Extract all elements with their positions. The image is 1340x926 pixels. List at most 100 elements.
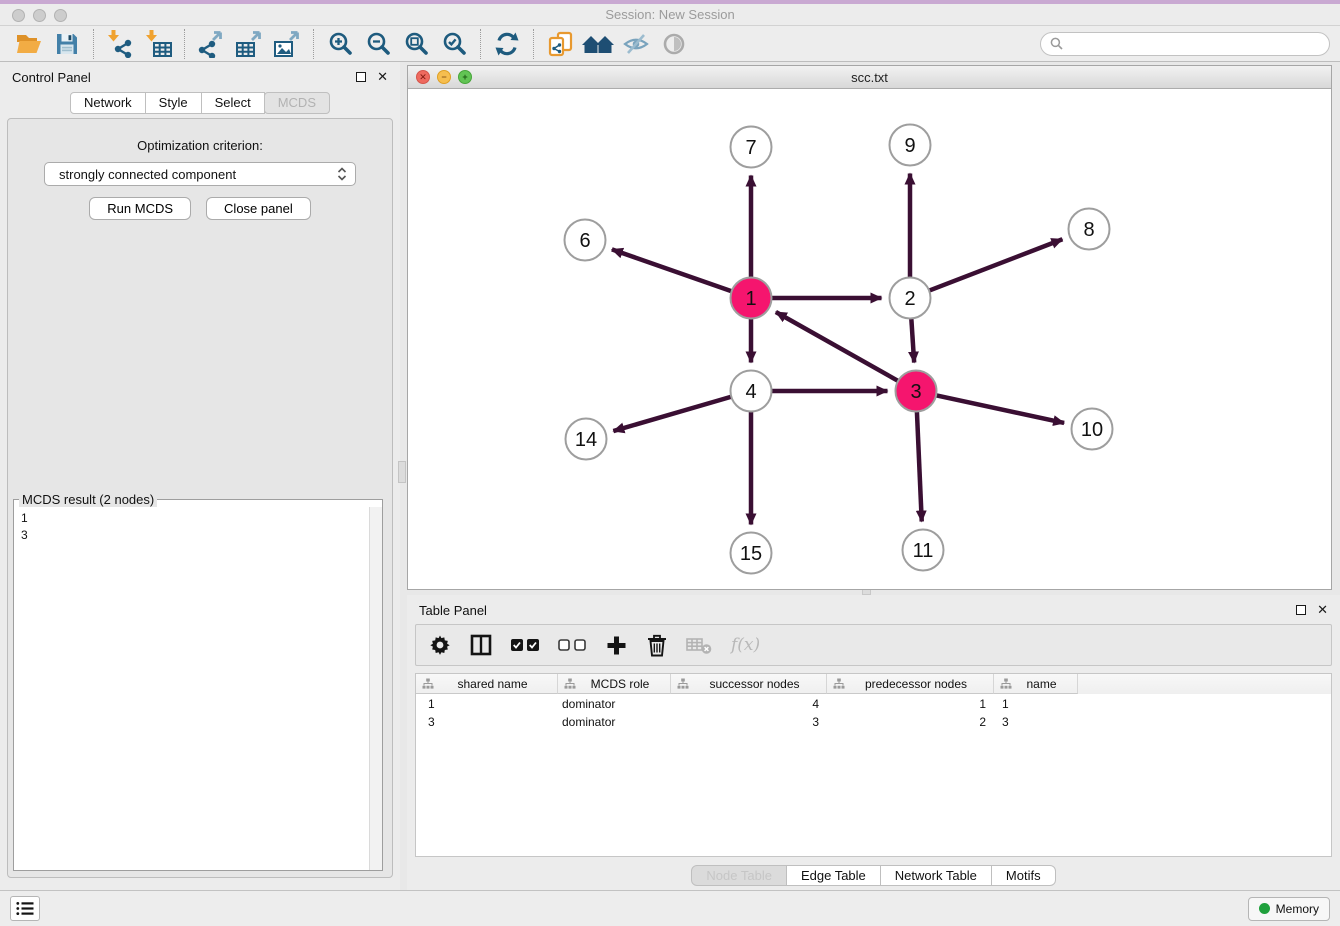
export-network-icon[interactable] bbox=[192, 28, 230, 60]
toolbar-separator bbox=[480, 29, 481, 59]
zoom-out-icon[interactable] bbox=[359, 28, 397, 60]
search-box[interactable] bbox=[1040, 32, 1330, 56]
graph-node-9[interactable]: 9 bbox=[890, 125, 931, 166]
graph-edge-3-1[interactable] bbox=[776, 312, 901, 382]
maximize-window-icon[interactable] bbox=[54, 9, 67, 22]
table-cell: 1 bbox=[416, 697, 558, 711]
tab-node-table[interactable]: Node Table bbox=[691, 865, 787, 886]
float-panel-icon[interactable] bbox=[356, 72, 366, 82]
status-bar: Memory bbox=[0, 890, 1340, 926]
tab-style[interactable]: Style bbox=[145, 92, 202, 114]
graph-node-4[interactable]: 4 bbox=[731, 371, 772, 412]
clone-network-icon[interactable] bbox=[541, 28, 579, 60]
svg-text:8: 8 bbox=[1083, 219, 1094, 241]
criterion-select[interactable]: strongly connected component bbox=[44, 162, 356, 186]
tab-network[interactable]: Network bbox=[70, 92, 146, 114]
function-builder-icon[interactable]: f(x) bbox=[731, 635, 760, 655]
network-canvas[interactable]: 7 9 6 8 1 2 4 3 14 10 15 11 bbox=[408, 89, 1331, 589]
close-panel-icon[interactable]: ✕ bbox=[377, 72, 388, 82]
graph-node-2[interactable]: 2 bbox=[890, 278, 931, 319]
close-panel-button[interactable]: Close panel bbox=[206, 197, 311, 220]
memory-button[interactable]: Memory bbox=[1248, 897, 1330, 921]
tab-mcds[interactable]: MCDS bbox=[264, 92, 330, 114]
graph-edge-3-10[interactable] bbox=[933, 395, 1064, 423]
column-visibility-icon[interactable] bbox=[470, 634, 492, 656]
close-view-icon[interactable]: ✕ bbox=[416, 70, 430, 84]
open-file-icon[interactable] bbox=[10, 28, 48, 60]
delete-column-icon[interactable] bbox=[647, 634, 667, 657]
sort-hierarchy-icon bbox=[833, 678, 845, 689]
column-header-shared-name[interactable]: shared name bbox=[416, 674, 558, 694]
run-mcds-button[interactable]: Run MCDS bbox=[89, 197, 191, 220]
refresh-icon[interactable] bbox=[488, 28, 526, 60]
table-panel: Table Panel ✕ f(x) shared nameMCDS rol bbox=[407, 595, 1340, 890]
svg-text:7: 7 bbox=[745, 137, 756, 159]
table-cell: 2 bbox=[827, 715, 994, 729]
select-all-icon[interactable] bbox=[511, 639, 539, 651]
svg-text:10: 10 bbox=[1081, 419, 1103, 441]
close-window-icon[interactable] bbox=[12, 9, 25, 22]
tab-edge-table[interactable]: Edge Table bbox=[786, 865, 881, 886]
hide-graphics-details-icon[interactable] bbox=[617, 28, 655, 60]
graph-node-7[interactable]: 7 bbox=[731, 127, 772, 168]
graph-edge-2-3[interactable] bbox=[911, 315, 914, 362]
home-view-icon[interactable] bbox=[579, 28, 617, 60]
table-cell: 1 bbox=[994, 697, 1078, 711]
table-cell: 4 bbox=[671, 697, 827, 711]
graph-edge-1-6[interactable] bbox=[612, 249, 735, 292]
node-table-body: 1dominator4113dominator323 bbox=[416, 696, 1331, 730]
import-network-icon[interactable] bbox=[101, 28, 139, 60]
column-header-MCDS-role[interactable]: MCDS role bbox=[558, 674, 671, 694]
mcds-result-title: MCDS result (2 nodes) bbox=[19, 492, 157, 507]
column-header-predecessor-nodes[interactable]: predecessor nodes bbox=[827, 674, 994, 694]
node-table[interactable]: shared nameMCDS rolesuccessor nodesprede… bbox=[415, 673, 1332, 857]
window-titlebar: Session: New Session bbox=[0, 0, 1340, 26]
splitter-grip-vertical[interactable] bbox=[398, 461, 406, 483]
toolbar-separator bbox=[93, 29, 94, 59]
export-image-icon[interactable] bbox=[268, 28, 306, 60]
table-row[interactable]: 1dominator411 bbox=[416, 696, 1331, 712]
graph-node-10[interactable]: 10 bbox=[1072, 409, 1113, 450]
delete-table-icon[interactable] bbox=[686, 635, 712, 655]
graph-node-15[interactable]: 15 bbox=[731, 533, 772, 574]
zoom-selected-icon[interactable] bbox=[435, 28, 473, 60]
graph-node-3[interactable]: 3 bbox=[896, 371, 937, 412]
graph-node-14[interactable]: 14 bbox=[566, 419, 607, 460]
mcds-result-text: 1 3 bbox=[14, 507, 369, 870]
column-header-successor-nodes[interactable]: successor nodes bbox=[671, 674, 827, 694]
table-panel-title: Table Panel bbox=[419, 603, 487, 618]
export-table-icon[interactable] bbox=[230, 28, 268, 60]
table-options-icon[interactable] bbox=[429, 634, 451, 656]
search-input[interactable] bbox=[1068, 37, 1320, 51]
optimization-label: Optimization criterion: bbox=[8, 138, 392, 153]
show-graphics-details-icon[interactable] bbox=[655, 28, 693, 60]
tab-motifs[interactable]: Motifs bbox=[991, 865, 1056, 886]
graph-node-8[interactable]: 8 bbox=[1069, 209, 1110, 250]
graph-edge-3-11[interactable] bbox=[917, 408, 922, 521]
tab-select[interactable]: Select bbox=[201, 92, 265, 114]
graph-node-6[interactable]: 6 bbox=[565, 220, 606, 261]
zoom-view-icon[interactable]: + bbox=[458, 70, 472, 84]
deselect-all-icon[interactable] bbox=[558, 639, 586, 651]
zoom-fit-icon[interactable] bbox=[397, 28, 435, 60]
graph-node-11[interactable]: 11 bbox=[903, 530, 944, 571]
task-history-button[interactable] bbox=[10, 896, 40, 921]
table-row[interactable]: 3dominator323 bbox=[416, 714, 1331, 730]
control-panel-header: Control Panel ✕ bbox=[0, 62, 400, 92]
svg-text:6: 6 bbox=[579, 230, 590, 252]
graph-edge-2-8[interactable] bbox=[926, 239, 1062, 291]
import-table-icon[interactable] bbox=[139, 28, 177, 60]
graph-node-1[interactable]: 1 bbox=[731, 278, 772, 319]
close-table-panel-icon[interactable]: ✕ bbox=[1317, 605, 1328, 615]
result-scrollbar[interactable] bbox=[369, 507, 382, 870]
tab-network-table[interactable]: Network Table bbox=[880, 865, 992, 886]
graph-edge-4-14[interactable] bbox=[613, 396, 734, 431]
network-window-titlebar[interactable]: ✕−+ scc.txt bbox=[408, 66, 1331, 89]
save-session-icon[interactable] bbox=[48, 28, 86, 60]
minimize-view-icon[interactable]: − bbox=[437, 70, 451, 84]
column-header-name[interactable]: name bbox=[994, 674, 1078, 694]
add-column-icon[interactable] bbox=[605, 634, 628, 657]
zoom-in-icon[interactable] bbox=[321, 28, 359, 60]
minimize-window-icon[interactable] bbox=[33, 9, 46, 22]
float-table-panel-icon[interactable] bbox=[1296, 605, 1306, 615]
